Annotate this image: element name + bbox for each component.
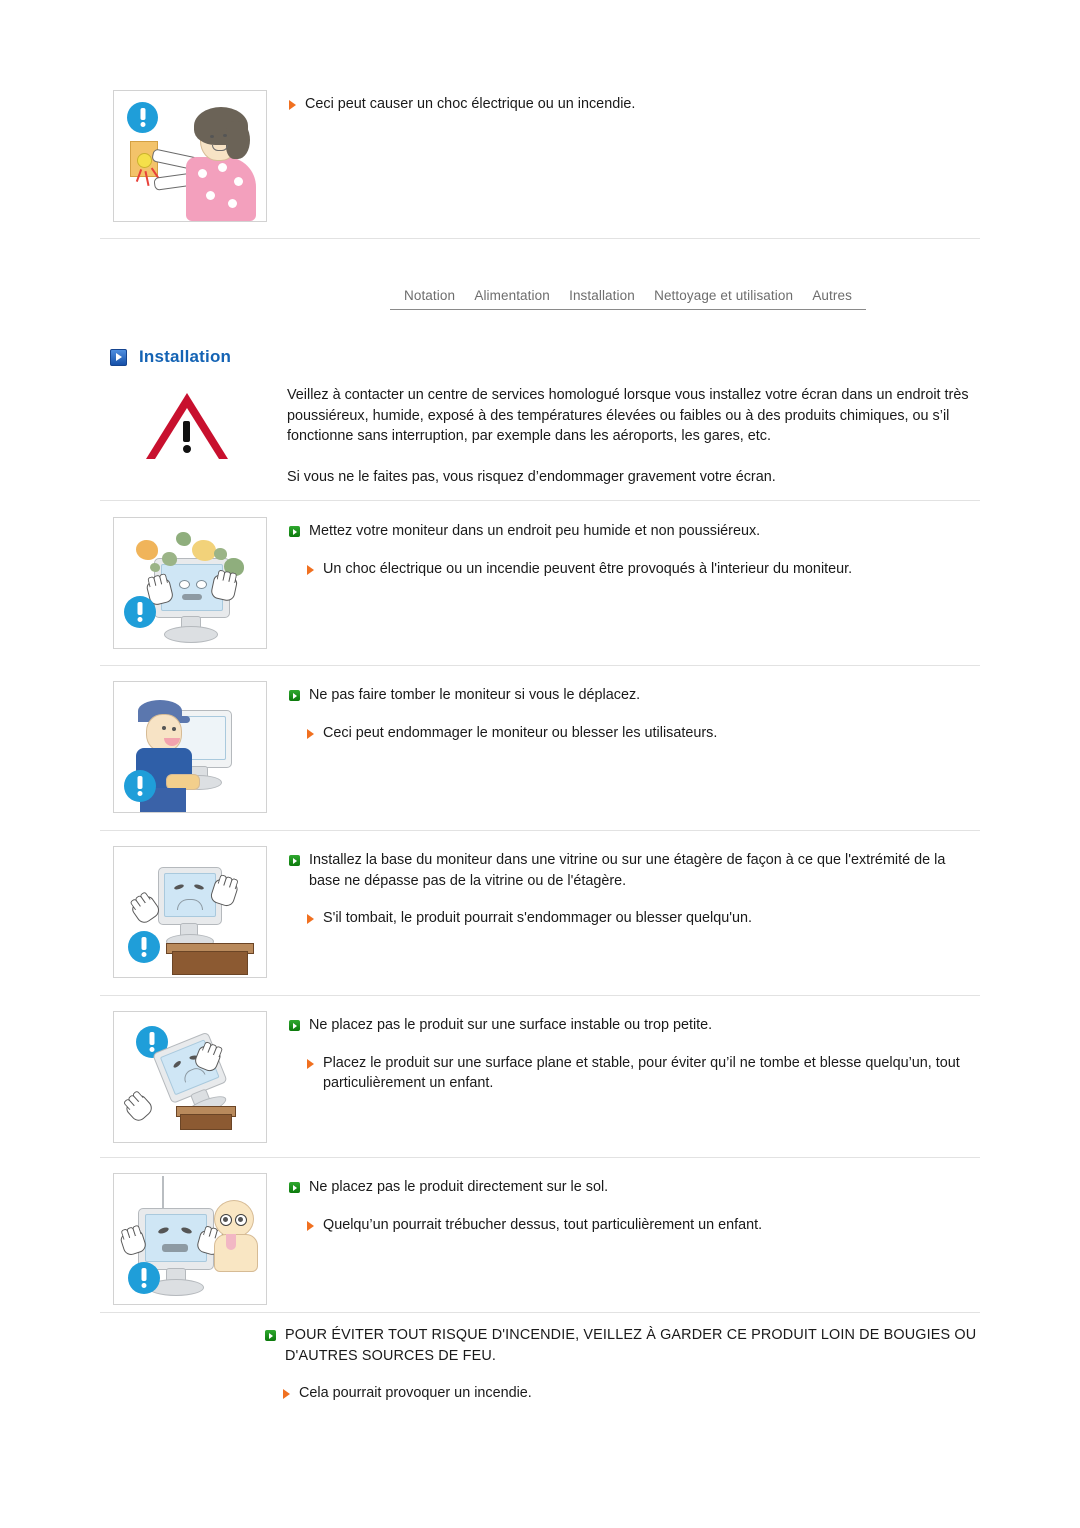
intro-warning-text: Veillez à contacter un centre de service… bbox=[265, 385, 980, 487]
section-text: Ne placez pas le produit directement sur… bbox=[267, 1173, 980, 1235]
top-note-bullet-text: Ceci peut causer un choc électrique ou u… bbox=[305, 96, 636, 112]
blue-arrow-icon bbox=[110, 348, 127, 366]
child-body bbox=[214, 1234, 258, 1272]
section-sub-text: S'il tombait, le produit pourrait s'endo… bbox=[323, 910, 753, 926]
section-main-text: Ne pas faire tomber le moniteur si vous … bbox=[309, 687, 641, 703]
bullet-orange-line: Placez le produit sur une surface plane … bbox=[289, 1053, 980, 1094]
section-row: Ne placez pas le produit directement sur… bbox=[0, 1173, 1080, 1305]
bullet-orange-line: Cela pourrait provoquer un incendie. bbox=[113, 1383, 980, 1404]
manual-page: Ceci peut causer un choc électrique ou u… bbox=[0, 0, 1080, 1528]
final-warning-block: POUR ÉVITER TOUT RISQUE D'INCENDIE, VEIL… bbox=[113, 1325, 980, 1404]
caution-badge-icon bbox=[124, 770, 156, 802]
table-body bbox=[180, 1114, 232, 1130]
tab-notation[interactable]: Notation bbox=[404, 288, 455, 303]
green-arrow-icon bbox=[289, 526, 300, 537]
green-arrow-icon bbox=[289, 1020, 300, 1031]
bullet-green-line: Installez la base du moniteur dans une v… bbox=[289, 850, 980, 891]
illustration-dusty-monitor bbox=[113, 517, 267, 649]
bullet-orange-line: Quelqu’un pourrait trébucher dessus, tou… bbox=[289, 1215, 980, 1236]
green-arrow-icon bbox=[289, 855, 300, 866]
orange-arrow-icon bbox=[307, 914, 314, 924]
section-text: Ne placez pas le produit sur une surface… bbox=[267, 1011, 980, 1094]
bullet-green-line: Ne placez pas le produit sur une surface… bbox=[289, 1015, 980, 1036]
caution-badge-icon bbox=[124, 596, 156, 628]
divider bbox=[100, 238, 980, 239]
section-sub-text: Un choc électrique ou un incendie peuven… bbox=[323, 560, 853, 577]
cable bbox=[162, 1176, 164, 1210]
tab-autres[interactable]: Autres bbox=[812, 288, 852, 303]
orange-arrow-icon bbox=[307, 564, 314, 575]
divider bbox=[100, 665, 980, 666]
orange-arrow-icon bbox=[307, 1220, 314, 1231]
intro-warning-row: Veillez à contacter un centre de service… bbox=[113, 385, 980, 487]
illustration-monitor-falling-off-small-table bbox=[113, 1011, 267, 1143]
section-text: Ne pas faire tomber le moniteur si vous … bbox=[267, 681, 980, 743]
intro-paragraph-1: Veillez à contacter un centre de service… bbox=[287, 387, 969, 444]
bullet-orange-line: S'il tombait, le produit pourrait s'endo… bbox=[289, 908, 980, 929]
warning-triangle-icon bbox=[113, 385, 265, 481]
section-main-text: Ne placez pas le produit directement sur… bbox=[309, 1179, 609, 1195]
bullet-green-line: Mettez votre moniteur dans un endroit pe… bbox=[289, 521, 980, 542]
section-sub-text: Ceci peut endommager le moniteur ou bles… bbox=[323, 724, 718, 741]
tabbar-underline bbox=[390, 309, 866, 310]
section-row: Installez la base du moniteur dans une v… bbox=[0, 846, 1080, 978]
section-row: Mettez votre moniteur dans un endroit pe… bbox=[0, 517, 1080, 649]
bullet-orange-line: Ceci peut causer un choc électrique ou u… bbox=[289, 94, 980, 115]
divider bbox=[100, 830, 980, 831]
child-bib bbox=[226, 1234, 236, 1250]
divider bbox=[100, 1157, 980, 1158]
section-main-text: Installez la base du moniteur dans une v… bbox=[309, 852, 946, 889]
caution-badge-icon bbox=[127, 102, 158, 133]
section-tabbar: Notation Alimentation Installation Netto… bbox=[390, 288, 866, 310]
tab-nettoyage-et-utilisation[interactable]: Nettoyage et utilisation bbox=[654, 288, 793, 303]
green-arrow-icon bbox=[265, 1330, 276, 1341]
face bbox=[146, 714, 182, 752]
page-title: Installation bbox=[110, 347, 231, 367]
top-note-text: Ceci peut causer un choc électrique ou u… bbox=[267, 90, 980, 115]
page-title-label: Installation bbox=[139, 347, 232, 366]
section-main-text: Mettez votre moniteur dans un endroit pe… bbox=[309, 523, 761, 539]
divider bbox=[100, 500, 980, 501]
illustration-man-carrying-monitor bbox=[113, 681, 267, 813]
section-row: Ne pas faire tomber le moniteur si vous … bbox=[0, 681, 1080, 813]
orange-arrow-icon bbox=[283, 1389, 290, 1399]
green-arrow-icon bbox=[289, 690, 300, 701]
orange-arrow-icon bbox=[289, 100, 296, 110]
divider bbox=[100, 995, 980, 996]
bullet-green-line: POUR ÉVITER TOUT RISQUE D'INCENDIE, VEIL… bbox=[113, 1325, 980, 1366]
socket-face bbox=[137, 153, 152, 168]
final-sub-text: Cela pourrait provoquer un incendie. bbox=[299, 1385, 532, 1401]
section-row: Ne placez pas le produit sur une surface… bbox=[0, 1011, 1080, 1143]
bullet-orange-line: Ceci peut endommager le moniteur ou bles… bbox=[289, 723, 980, 744]
illustration-monitor-on-shelf-edge bbox=[113, 846, 267, 978]
caution-badge-icon bbox=[128, 1262, 160, 1294]
final-main-text: POUR ÉVITER TOUT RISQUE D'INCENDIE, VEIL… bbox=[285, 1327, 977, 1364]
section-sub-text: Quelqu’un pourrait trébucher dessus, tou… bbox=[323, 1216, 763, 1233]
orange-arrow-icon bbox=[307, 728, 314, 739]
section-text: Mettez votre moniteur dans un endroit pe… bbox=[267, 517, 980, 579]
tab-installation[interactable]: Installation bbox=[569, 288, 635, 303]
illustration-woman-unplugging-socket bbox=[113, 90, 267, 222]
illustration-monitor-on-floor-with-child bbox=[113, 1173, 267, 1305]
section-main-text: Ne placez pas le produit sur une surface… bbox=[309, 1017, 713, 1033]
bullet-orange-line: Un choc électrique ou un incendie peuven… bbox=[289, 559, 980, 580]
intro-paragraph-2: Si vous ne le faites pas, vous risquez d… bbox=[287, 468, 776, 485]
section-text: Installez la base du moniteur dans une v… bbox=[267, 846, 980, 929]
caution-badge-icon bbox=[128, 931, 160, 963]
shelf-body bbox=[172, 951, 248, 975]
top-note-row: Ceci peut causer un choc électrique ou u… bbox=[0, 90, 1080, 222]
tab-alimentation[interactable]: Alimentation bbox=[474, 288, 550, 303]
section-sub-text: Placez le produit sur une surface plane … bbox=[323, 1054, 960, 1092]
green-arrow-icon bbox=[289, 1182, 300, 1193]
bullet-green-line: Ne pas faire tomber le moniteur si vous … bbox=[289, 685, 980, 706]
orange-arrow-icon bbox=[307, 1058, 314, 1069]
divider bbox=[100, 1312, 980, 1313]
bullet-green-line: Ne placez pas le produit directement sur… bbox=[289, 1177, 980, 1198]
